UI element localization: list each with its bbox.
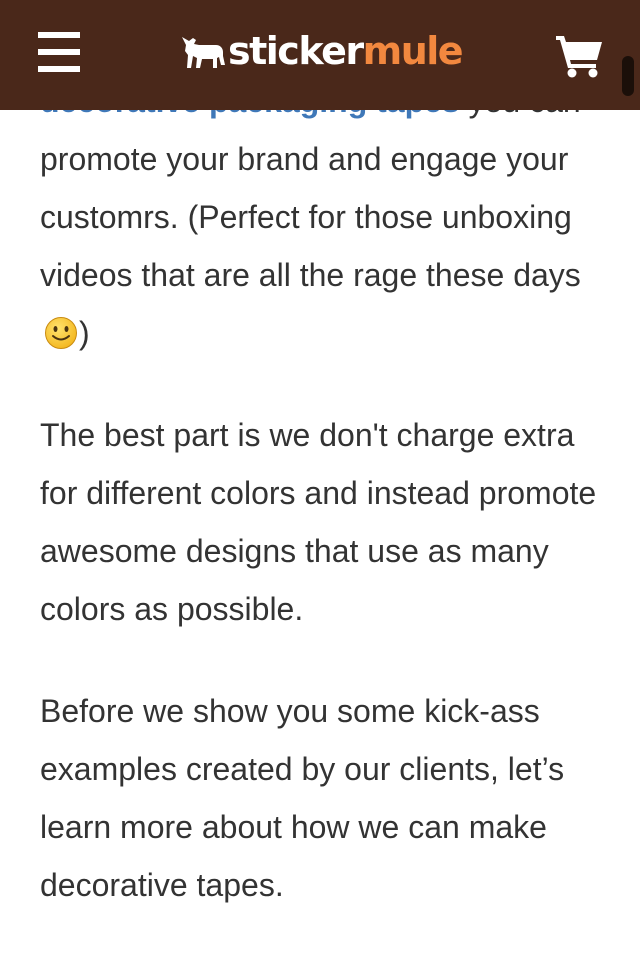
menu-bar-top [38, 32, 80, 38]
menu-bar-bottom [38, 66, 80, 72]
scrollbar-thumb[interactable] [622, 56, 634, 96]
hamburger-menu-icon[interactable] [38, 32, 80, 72]
paragraph-1-closing: ) [79, 315, 90, 351]
stickermule-logo[interactable]: stickermule [180, 26, 464, 76]
slightly-smiling-face-icon [45, 317, 77, 349]
article-paragraph-2: The best part is we don't charge extra f… [40, 417, 597, 627]
logo-text-mule: mule [362, 29, 464, 73]
article-paragraph-3: Before we show you some kick-ass example… [40, 693, 565, 903]
mule-logo-icon [182, 37, 225, 68]
logo-text-sticker: sticker [228, 29, 364, 73]
article-body: decorative packaging tapes you can promo… [40, 72, 610, 958]
shopping-cart-icon[interactable] [556, 36, 604, 78]
menu-bar-middle [38, 49, 80, 55]
logo-wordmark: stickermule [228, 26, 464, 76]
article-paragraph-1: decorative packaging tapes you can promo… [40, 72, 610, 362]
top-navigation-bar: stickermule [0, 0, 640, 110]
